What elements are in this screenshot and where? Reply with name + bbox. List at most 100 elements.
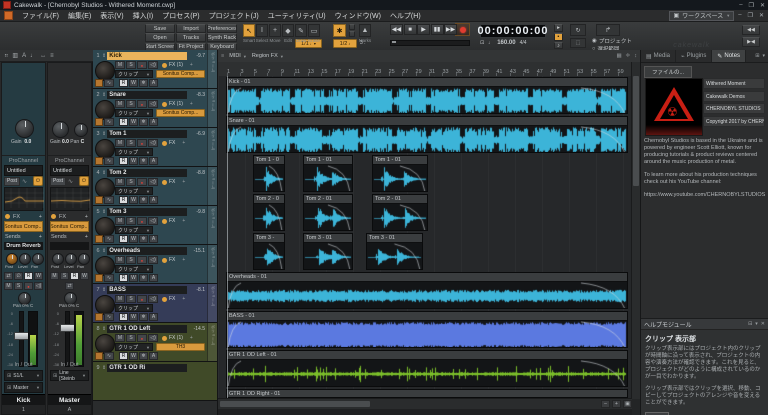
gain-knob[interactable]: [52, 121, 69, 138]
track-echo-button[interactable]: ◁): [148, 100, 158, 108]
fx-add-icon[interactable]: +: [85, 214, 88, 220]
track-fx-label[interactable]: FX: [169, 218, 175, 224]
fx-power-icon[interactable]: [162, 219, 167, 224]
track-mute-button[interactable]: M: [115, 100, 125, 108]
track-color-chip[interactable]: [95, 157, 103, 165]
transport-fast-forward-button[interactable]: ▶▶: [444, 24, 457, 35]
audio-clip[interactable]: Snare - 01: [226, 116, 628, 153]
metronome-icon[interactable]: ♩: [488, 40, 493, 46]
waveform-view-icon[interactable]: ∿: [104, 79, 114, 87]
track-echo-button[interactable]: ◁): [148, 61, 158, 69]
automation-read-button[interactable]: R: [119, 196, 128, 204]
track-name[interactable]: Snare: [107, 91, 187, 99]
waveform-view-icon[interactable]: ∿: [104, 235, 114, 243]
strip-button-M[interactable]: M: [50, 272, 59, 280]
edit-filter-dropdown[interactable]: クリップ▼: [115, 343, 153, 351]
track-echo-button[interactable]: ◁): [148, 256, 158, 264]
clip-lane[interactable]: Kick - 01: [218, 76, 632, 116]
automation-read-button[interactable]: R: [119, 235, 128, 243]
doc-minimize-button[interactable]: –: [738, 12, 741, 19]
track-vertical-strip[interactable]: ボリューム: [207, 167, 218, 205]
tracks-button[interactable]: Tracks: [176, 33, 206, 42]
track-header-overheads[interactable]: 6⇕Overheads-15.1MS●◁)FX+クリップ▼∿RW❄Aボリューム: [93, 245, 218, 284]
automation-write-button[interactable]: W: [129, 235, 138, 243]
fx-power-icon[interactable]: [162, 102, 167, 107]
audio-clip[interactable]: BASS - 01: [226, 311, 628, 348]
edit-filter-dropdown[interactable]: クリップ▼: [115, 265, 153, 273]
menu-item[interactable]: ヘルプ(H): [390, 11, 421, 21]
time-ruler[interactable]: 1357911131517192123252729313335373941434…: [218, 62, 632, 77]
track-solo-button[interactable]: S: [126, 139, 136, 147]
track-solo-button[interactable]: S: [126, 295, 136, 303]
post-button[interactable]: Post: [50, 177, 66, 186]
tool-edit-button[interactable]: ◆: [282, 24, 294, 37]
open-button[interactable]: Open: [145, 33, 175, 42]
zoom-out-button[interactable]: –: [601, 400, 610, 408]
track-header-snare[interactable]: 2⇕Snare-8.3MS●◁)FX (1)+クリップ▼Sonitus Comp…: [93, 89, 218, 128]
inspector-display-icon[interactable]: ♩: [30, 53, 36, 59]
clip-lane[interactable]: BASS - 01: [218, 310, 632, 350]
track-name[interactable]: BASS: [107, 286, 187, 294]
menu-item[interactable]: 挿入(I): [133, 11, 154, 21]
record-button[interactable]: [455, 23, 470, 36]
audio-clip[interactable]: Kick - 01: [226, 77, 628, 114]
help-header-icon[interactable]: ⊟: [748, 321, 752, 327]
import-button[interactable]: Import: [176, 24, 206, 33]
automation-read-button[interactable]: R: [119, 118, 128, 126]
fx-add-icon[interactable]: +: [190, 101, 193, 107]
automation-archive-button[interactable]: A: [149, 157, 158, 165]
track-mute-button[interactable]: M: [115, 61, 125, 69]
track-mute-button[interactable]: M: [115, 256, 125, 264]
track-solo-button[interactable]: S: [126, 100, 136, 108]
track-color-chip[interactable]: [95, 235, 103, 243]
clips-pane-menu[interactable]: Region FX▼: [252, 53, 284, 59]
automation-freeze-button[interactable]: ❄: [139, 157, 148, 165]
audio-clip[interactable]: Tom 2 - 01: [372, 194, 428, 231]
input-echo-icon[interactable]: ⇕: [102, 92, 106, 98]
track-echo-button[interactable]: ◁): [148, 178, 158, 186]
track-header-kick[interactable]: 1⇕Kick-9.7MS●◁)FX (1)+クリップ▼Sonitus Comp.…: [93, 50, 218, 89]
doc-close-button[interactable]: ✕: [759, 12, 764, 19]
clip-lane[interactable]: GTR 1 OD Left - 01: [218, 349, 632, 389]
gain-knob[interactable]: [15, 119, 34, 138]
fx-plugin-chip[interactable]: Sonitus Comp...: [50, 221, 89, 232]
clips-tool-icon[interactable]: ↕: [634, 53, 637, 59]
input-echo-icon[interactable]: ⇕: [102, 287, 106, 293]
automation-archive-button[interactable]: A: [149, 352, 158, 360]
doc-restore-button[interactable]: ❐: [748, 12, 753, 19]
workspace-dropdown[interactable]: ▣ ワークスペース ▼: [669, 11, 734, 21]
track-arm-button[interactable]: ●: [137, 139, 147, 147]
automation-write-button[interactable]: W: [129, 118, 138, 126]
help-header-icon[interactable]: ✕: [761, 321, 765, 327]
track-solo-button[interactable]: S: [126, 256, 136, 264]
fx-power-icon[interactable]: [162, 336, 167, 341]
step-record-toggle[interactable]: ▪: [554, 33, 563, 41]
eq-graph[interactable]: [50, 187, 89, 211]
input-echo-icon[interactable]: ⇕: [102, 365, 106, 371]
prochannel-power-button[interactable]: ⏻: [33, 176, 43, 186]
horizontal-scrollbar-thumb[interactable]: [220, 401, 370, 407]
edit-filter-dropdown[interactable]: クリップ▼: [115, 70, 153, 78]
track-mute-button[interactable]: M: [115, 334, 125, 342]
scope-radio-0[interactable]: ◉プロジェクト: [592, 37, 632, 45]
waveform-view-icon[interactable]: ∿: [104, 274, 114, 282]
loop-toggle-button[interactable]: ↻: [570, 24, 586, 36]
track-color-chip[interactable]: [95, 274, 103, 282]
fx-add-icon[interactable]: +: [190, 62, 193, 68]
prochannel-power-button[interactable]: ⏻: [79, 176, 89, 186]
fx-power-icon[interactable]: [5, 214, 10, 219]
volume-fader[interactable]: [14, 332, 29, 340]
fx-add-icon[interactable]: +: [182, 257, 185, 263]
automation-archive-button[interactable]: A: [149, 196, 158, 204]
track-fx-label[interactable]: FX (1): [169, 62, 183, 68]
fx-power-icon[interactable]: [162, 180, 167, 185]
send-destination[interactable]: [50, 242, 89, 250]
collapse-left-button[interactable]: ◀◀: [742, 25, 760, 35]
fx-add-icon[interactable]: +: [39, 214, 42, 220]
transport-rewind-button[interactable]: ◀◀: [390, 24, 403, 35]
track-header-gtr-1-od-left[interactable]: 8⇕GTR 1 OD Left-14.5MS●◁)FX (1)+クリップ▼TH3…: [93, 323, 218, 362]
strip-button-⇄[interactable]: ⇄: [65, 282, 74, 290]
audio-clip[interactable]: Tom 3 -: [253, 233, 285, 270]
track-plugin-chip[interactable]: Sonitus Comp...: [156, 109, 205, 117]
edit-filter-dropdown[interactable]: クリップ▼: [115, 187, 153, 195]
